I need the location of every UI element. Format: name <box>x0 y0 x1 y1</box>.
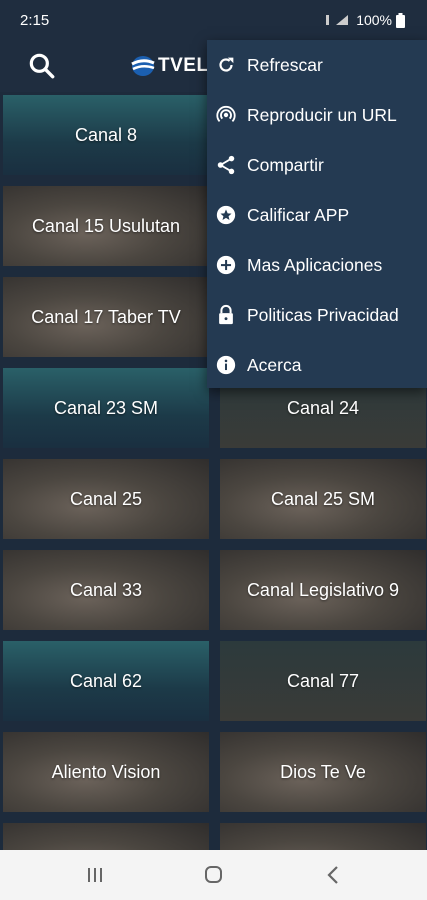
search-button[interactable] <box>26 50 58 82</box>
menu-item-rate-app[interactable]: Calificar APP <box>207 190 427 240</box>
channel-tile[interactable]: Canal 17 Taber TV <box>3 277 209 357</box>
star-icon <box>215 204 237 226</box>
channel-tile[interactable] <box>3 823 209 850</box>
overflow-menu: Refrescar Reproducir un URL Compartir Ca… <box>207 40 427 388</box>
back-button[interactable] <box>318 862 348 888</box>
channel-tile[interactable]: Canal 15 Usulutan <box>3 186 209 266</box>
channel-tile[interactable]: Canal 62 <box>3 641 209 721</box>
menu-item-share[interactable]: Compartir <box>207 140 427 190</box>
menu-item-label: Refrescar <box>247 54 323 75</box>
channel-tile[interactable]: Dios Te Ve <box>220 732 426 812</box>
recents-icon <box>88 868 102 882</box>
menu-item-privacy[interactable]: Politicas Privacidad <box>207 290 427 340</box>
status-bar: 2:15 100% <box>0 0 427 40</box>
menu-item-more-apps[interactable]: Mas Aplicaciones <box>207 240 427 290</box>
logo-globe-icon <box>131 56 155 76</box>
menu-item-play-url[interactable]: Reproducir un URL <box>207 90 427 140</box>
channel-tile[interactable]: Canal 77 <box>220 641 426 721</box>
add-icon <box>215 254 237 276</box>
battery-icon <box>396 12 405 28</box>
status-time: 2:15 <box>20 12 50 29</box>
channel-tile[interactable]: Canal 25 SM <box>220 459 426 539</box>
menu-item-label: Calificar APP <box>247 204 350 225</box>
refresh-icon <box>215 54 237 76</box>
search-icon <box>29 53 55 79</box>
channel-tile[interactable]: Canal 23 SM <box>3 368 209 448</box>
system-nav-bar <box>0 850 427 900</box>
home-button[interactable] <box>198 862 228 888</box>
menu-item-label: Reproducir un URL <box>247 104 397 125</box>
menu-item-label: Politicas Privacidad <box>247 304 399 325</box>
channel-tile[interactable]: Canal 25 <box>3 459 209 539</box>
lock-icon <box>215 304 237 326</box>
channel-tile[interactable]: Canal Legislativo 9 <box>220 550 426 630</box>
home-icon <box>205 866 222 883</box>
channel-tile[interactable]: Canal 8 <box>3 95 209 175</box>
back-icon <box>327 866 338 884</box>
signal-icon <box>326 15 349 25</box>
menu-item-label: Acerca <box>247 354 302 375</box>
menu-item-refresh[interactable]: Refrescar <box>207 40 427 90</box>
menu-item-about[interactable]: Acerca <box>207 340 427 390</box>
status-icons: 100% <box>324 12 405 28</box>
battery-percent: 100% <box>356 12 392 28</box>
broadcast-icon <box>215 104 237 126</box>
recents-button[interactable] <box>80 862 110 888</box>
channel-tile[interactable]: Canal 33 <box>3 550 209 630</box>
channel-tile[interactable]: Aliento Vision <box>3 732 209 812</box>
channel-tile[interactable] <box>220 823 426 850</box>
menu-item-label: Compartir <box>247 154 324 175</box>
info-icon <box>215 354 237 376</box>
menu-item-label: Mas Aplicaciones <box>247 254 383 275</box>
share-icon <box>215 154 237 176</box>
